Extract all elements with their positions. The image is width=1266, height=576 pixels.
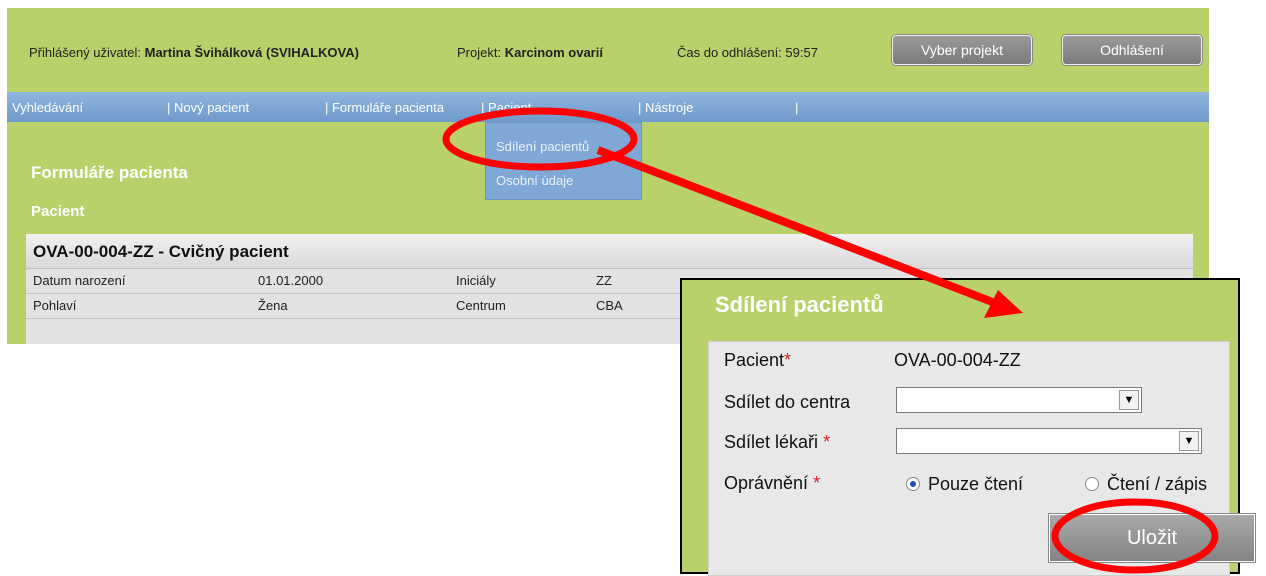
radio-read-only[interactable] — [906, 477, 920, 491]
dialog-title: Sdílení pacientů — [715, 292, 884, 317]
patient-id-value: OVA-00-004-ZZ — [894, 350, 1021, 370]
section-title: Pacient — [31, 203, 85, 220]
share-patient-dialog: Sdílení pacientů Pacient* OVA-00-004-ZZ … — [680, 278, 1255, 576]
save-button[interactable]: Uložit — [1049, 514, 1255, 562]
birth-date-label: Datum narození — [33, 273, 126, 288]
share-doctor-select[interactable]: ▼ — [896, 428, 1202, 454]
permission-label: Oprávnění — [724, 473, 809, 493]
nav-patient-forms[interactable]: | Formuláře pacienta — [325, 100, 444, 115]
patient-dropdown-menu: Sdílení pacientů Osobní údaje — [485, 122, 642, 200]
user-name: Martina Švihálková (SVIHALKOVA) — [144, 45, 359, 60]
share-doctor-label: Sdílet lékaři — [724, 432, 819, 452]
chevron-down-icon[interactable]: ▼ — [1179, 431, 1199, 451]
logged-user-info: Přihlášený uživatel: Martina Švihálková … — [29, 45, 359, 60]
project-info: Projekt: Karcinom ovarií — [457, 45, 603, 60]
required-marker: * — [823, 432, 831, 452]
share-center-select[interactable]: ▼ — [896, 387, 1142, 413]
share-center-label: Sdílet do centra — [724, 392, 851, 412]
share-doctor-field-label: Sdílet lékaři * — [724, 432, 830, 453]
top-bar: Přihlášený uživatel: Martina Švihálková … — [7, 8, 1209, 84]
nav-patient[interactable]: | Pacient — [481, 100, 531, 115]
required-marker: * — [784, 350, 792, 370]
sex-value: Žena — [258, 298, 288, 313]
main-nav: Vyhledávání | Nový pacient | Formuláře p… — [7, 92, 1209, 122]
required-marker: * — [813, 473, 821, 493]
permission-field-label: Oprávnění * — [724, 473, 820, 494]
project-label: Projekt: — [457, 45, 502, 60]
center-label: Centrum — [456, 298, 506, 313]
patient-field-label: Pacient* — [724, 350, 791, 371]
initials-label: Iniciály — [456, 273, 496, 288]
menu-item-personal-data[interactable]: Osobní údaje — [496, 173, 573, 188]
radio-read-write-label[interactable]: Čtení / zápis — [1107, 474, 1207, 495]
birth-date-value: 01.01.2000 — [258, 273, 324, 288]
page-title: Formuláře pacienta — [31, 163, 188, 182]
nav-new-patient[interactable]: | Nový pacient — [167, 100, 249, 115]
dialog-form: Pacient* OVA-00-004-ZZ Sdílet do centra … — [708, 341, 1255, 576]
center-value: CBA — [596, 298, 623, 313]
initials-value: ZZ — [596, 273, 612, 288]
nav-separator: | — [795, 100, 799, 115]
patient-label-text: Pacient — [724, 350, 785, 370]
select-project-button[interactable]: Vyber projekt — [892, 35, 1032, 65]
logout-button[interactable]: Odhlášení — [1062, 35, 1202, 65]
patient-heading-bar: OVA-00-004-ZZ - Cvičný pacient — [26, 234, 1193, 269]
user-label: Přihlášený uživatel: — [29, 45, 141, 60]
sex-label: Pohlaví — [33, 298, 77, 313]
chevron-down-icon[interactable]: ▼ — [1119, 390, 1139, 410]
timeout-value: 59:57 — [785, 45, 818, 60]
radio-read-only-label[interactable]: Pouze čtení — [928, 474, 1023, 495]
project-name: Karcinom ovarií — [504, 45, 603, 60]
radio-read-write[interactable] — [1085, 477, 1099, 491]
nav-tools[interactable]: | Nástroje — [638, 100, 693, 115]
timeout-label: Čas do odhlášení: — [677, 45, 782, 60]
menu-item-share-patients[interactable]: Sdílení pacientů — [496, 139, 589, 154]
session-timeout: Čas do odhlášení: 59:57 — [677, 45, 818, 60]
nav-search[interactable]: Vyhledávání — [12, 100, 83, 115]
patient-heading: OVA-00-004-ZZ - Cvičný pacient — [33, 242, 289, 261]
